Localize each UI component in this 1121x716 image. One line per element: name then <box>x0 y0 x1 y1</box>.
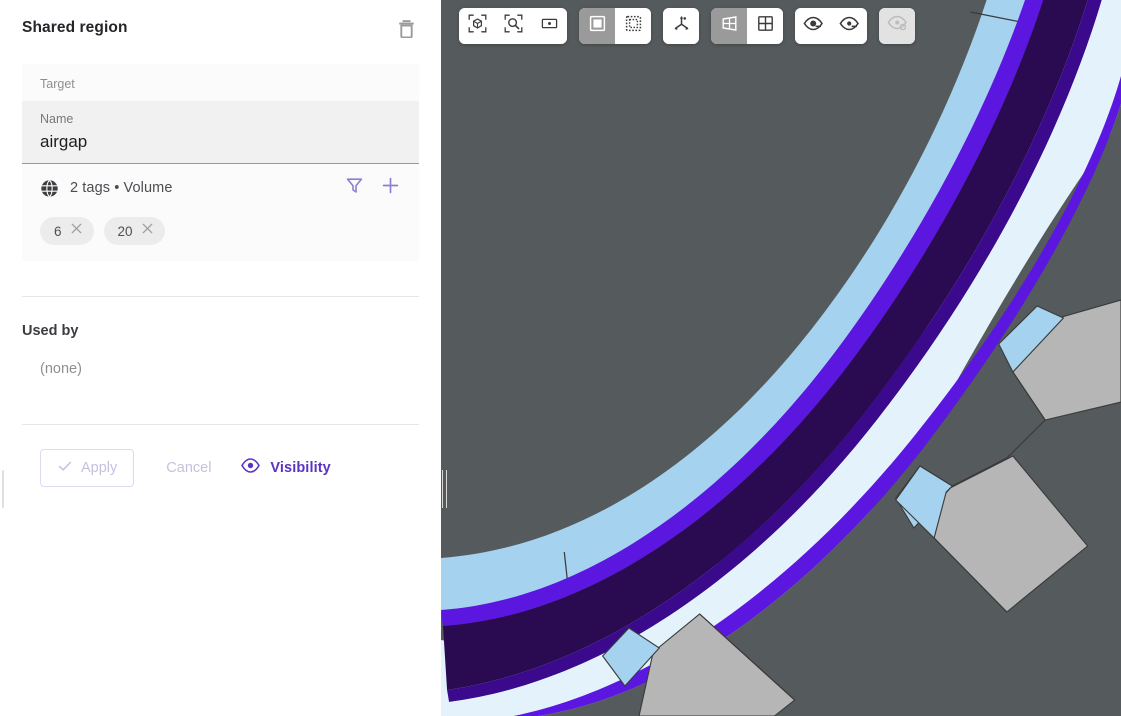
cube-in-brackets-icon <box>468 14 487 38</box>
panel-actions: Apply Cancel Visibility <box>0 425 441 487</box>
axes-tripod-icon <box>672 14 691 38</box>
tags-header: 2 tags • Volume <box>40 176 401 200</box>
check-icon <box>57 458 73 479</box>
motor-cross-section-render <box>441 0 1121 716</box>
perspective-grid-icon <box>720 14 739 38</box>
trash-icon <box>398 19 415 38</box>
page-title: Shared region <box>22 19 128 36</box>
filter-tags-button[interactable] <box>343 177 365 199</box>
3d-scene <box>441 0 1121 716</box>
name-field[interactable]: Name airgap <box>22 101 419 164</box>
apply-button[interactable]: Apply <box>40 449 135 487</box>
axes-gizmo-button[interactable] <box>663 8 699 44</box>
visibility-button[interactable]: Visibility <box>241 458 331 478</box>
perspective-layout-button[interactable] <box>711 8 747 44</box>
panel-resize-splitter[interactable] <box>441 470 448 508</box>
axes-group <box>663 8 699 44</box>
fit-to-view-button[interactable] <box>459 8 495 44</box>
isolate-button <box>879 8 915 44</box>
quad-grid-icon <box>756 14 775 38</box>
shared-region-panel: Shared region Target Name airgap 2 tags … <box>0 0 441 716</box>
used-by-title: Used by <box>22 323 79 339</box>
eye-icon <box>802 16 824 36</box>
quad-layout-button[interactable] <box>747 8 783 44</box>
close-icon[interactable] <box>70 222 83 240</box>
show-all-button[interactable] <box>795 8 831 44</box>
tag-chip[interactable]: 20 <box>103 217 165 245</box>
tags-summary: 2 tags • Volume <box>70 180 173 196</box>
left-splitter-handle[interactable] <box>2 470 4 508</box>
isolate-group <box>879 8 915 44</box>
name-field-label: Name <box>40 112 74 126</box>
layout-group <box>711 8 783 44</box>
eye-disabled-icon <box>887 15 908 37</box>
apply-button-label: Apply <box>81 460 118 476</box>
eye-dot-icon <box>838 16 860 36</box>
application-root: Shared region Target Name airgap 2 tags … <box>0 0 1121 716</box>
close-icon[interactable] <box>141 222 154 240</box>
zoom-to-fit-button[interactable] <box>495 8 531 44</box>
visibility-button-label: Visibility <box>270 460 331 476</box>
3d-viewport[interactable] <box>441 0 1121 716</box>
magnifier-in-brackets-icon <box>504 14 523 38</box>
used-by-value: (none) <box>40 361 82 377</box>
plus-icon <box>381 176 400 200</box>
solid-select-button[interactable] <box>579 8 615 44</box>
tag-chip-label: 6 <box>54 223 62 239</box>
globe-icon <box>40 179 70 198</box>
selection-mode-group <box>579 8 651 44</box>
hide-all-button[interactable] <box>831 8 867 44</box>
marquee-select-button[interactable] <box>615 8 651 44</box>
tags-area: 2 tags • Volume 6 20 <box>22 164 419 261</box>
viewport-toolbar <box>459 8 915 44</box>
delete-region-button[interactable] <box>393 15 419 41</box>
visibility-group <box>795 8 867 44</box>
rect-with-dot-icon <box>540 14 559 38</box>
filter-icon <box>345 176 364 200</box>
tag-chip-list: 6 20 <box>40 217 401 245</box>
eye-icon <box>241 458 261 478</box>
name-input[interactable]: airgap <box>40 128 401 154</box>
add-tag-button[interactable] <box>379 177 401 199</box>
target-card: Target Name airgap 2 tags • Volume 6 20 <box>22 64 419 261</box>
tag-chip-label: 20 <box>117 223 133 239</box>
panel-header: Shared region <box>0 0 441 56</box>
filled-square-icon <box>588 14 607 38</box>
target-label: Target <box>40 77 75 91</box>
viewport-box-button[interactable] <box>531 8 567 44</box>
view-fit-group <box>459 8 567 44</box>
tag-actions <box>343 177 401 199</box>
cancel-button[interactable]: Cancel <box>148 460 229 476</box>
tag-chip[interactable]: 6 <box>40 217 94 245</box>
dotted-square-icon <box>624 14 643 38</box>
